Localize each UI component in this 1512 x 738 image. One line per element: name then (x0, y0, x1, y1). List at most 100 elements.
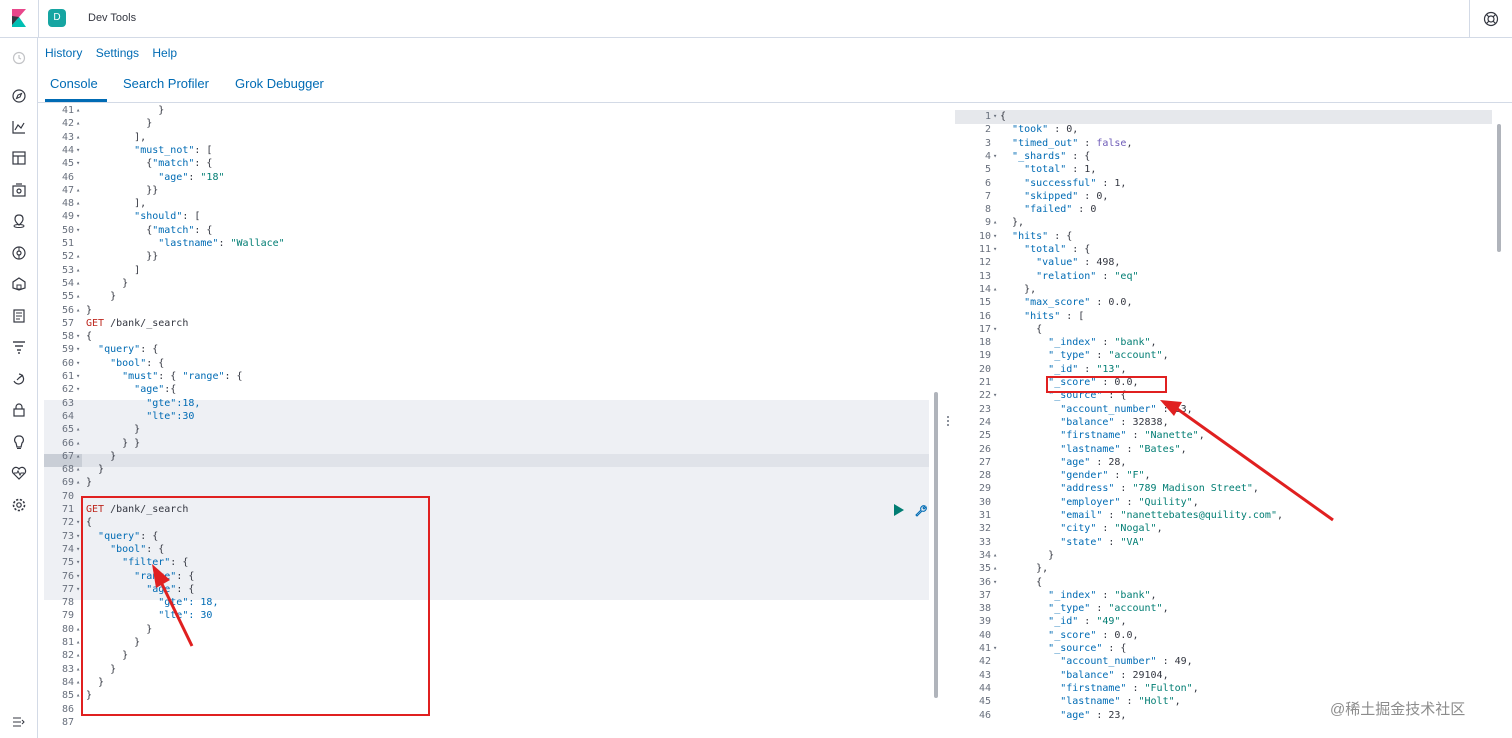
fold-toggle-icon[interactable]: ▴ (76, 450, 80, 463)
code-token: }, (1000, 563, 1049, 575)
response-line-text: "email" : "nanettebates@quility.com", (1000, 509, 1283, 522)
visualize-icon[interactable] (11, 119, 27, 135)
fold-toggle-icon[interactable]: ▴ (76, 304, 80, 317)
code-token: , (1192, 496, 1199, 508)
fold-toggle-icon[interactable]: ▴ (76, 184, 80, 197)
annotation-box-request (81, 496, 430, 716)
fold-toggle-icon[interactable]: ▾ (993, 230, 997, 243)
fold-toggle-icon[interactable]: ▾ (76, 516, 80, 529)
fold-toggle-icon[interactable]: ▴ (993, 216, 997, 229)
request-actions-wrench-icon[interactable] (913, 504, 927, 518)
tab-search-profiler[interactable]: Search Profiler (123, 76, 209, 91)
fold-toggle-icon[interactable]: ▴ (76, 663, 80, 676)
management-icon[interactable] (11, 497, 27, 513)
fold-toggle-icon[interactable]: ▴ (76, 250, 80, 263)
fold-toggle-icon[interactable]: ▾ (76, 570, 80, 583)
settings-link[interactable]: Settings (96, 46, 139, 60)
fold-toggle-icon[interactable]: ▾ (76, 530, 80, 543)
help-menu-icon[interactable] (1483, 11, 1499, 27)
fold-toggle-icon[interactable]: ▴ (993, 283, 997, 296)
discover-icon[interactable] (11, 88, 27, 104)
fold-toggle-icon[interactable]: ▾ (76, 330, 80, 343)
code-token: }, (1000, 217, 1025, 229)
ml-icon[interactable] (11, 245, 27, 261)
canvas-icon[interactable] (11, 182, 27, 198)
request-line-number: 70 (61, 490, 74, 502)
fold-toggle-icon[interactable]: ▾ (993, 243, 997, 256)
fold-toggle-icon[interactable]: ▴ (76, 636, 80, 649)
siem-icon[interactable] (11, 402, 27, 418)
tab-console[interactable]: Console (50, 76, 98, 91)
infrastructure-icon[interactable] (11, 276, 27, 292)
fold-toggle-icon[interactable]: ▾ (993, 389, 997, 402)
fold-toggle-icon[interactable]: ▾ (76, 343, 80, 356)
fold-toggle-icon[interactable]: ▴ (993, 549, 997, 562)
code-token: "account" (1108, 350, 1163, 362)
fold-toggle-icon[interactable]: ▾ (76, 543, 80, 556)
uptime-icon[interactable] (11, 371, 27, 387)
response-output[interactable]: 1 ▾{2 "took" : 0, 3 "timed_out" : false, 4 ▾… (955, 110, 1512, 738)
code-token: "failed" (1024, 204, 1073, 216)
request-line-number: 52 (61, 251, 74, 263)
fold-toggle-icon[interactable]: ▴ (76, 423, 80, 436)
code-token: : [ (1060, 310, 1085, 322)
fold-toggle-icon[interactable]: ▴ (76, 104, 80, 117)
monitoring-icon[interactable] (11, 465, 27, 481)
run-request-icon[interactable] (893, 504, 905, 516)
fold-toggle-icon[interactable]: ▾ (76, 210, 80, 223)
fold-toggle-icon[interactable]: ▴ (76, 264, 80, 277)
code-token: "Quility" (1138, 496, 1193, 508)
fold-toggle-icon[interactable]: ▴ (76, 463, 80, 476)
fold-toggle-icon[interactable]: ▾ (993, 110, 997, 123)
collapse-nav-icon[interactable] (11, 714, 27, 730)
fold-toggle-icon[interactable]: ▴ (76, 676, 80, 689)
fold-toggle-icon[interactable]: ▾ (76, 144, 80, 157)
header-divider-right (1469, 0, 1470, 38)
fold-toggle-icon[interactable]: ▴ (76, 117, 80, 130)
fold-toggle-icon[interactable]: ▴ (76, 689, 80, 702)
logs-icon[interactable] (11, 308, 27, 324)
response-scrollbar[interactable] (1497, 124, 1501, 252)
response-line-number: 7 (984, 190, 991, 202)
dev-tools-icon[interactable] (11, 434, 27, 450)
fold-toggle-icon[interactable]: ▴ (76, 277, 80, 290)
maps-icon[interactable] (11, 213, 27, 229)
request-line-number: 63 (61, 397, 74, 409)
recent-icon[interactable] (11, 50, 27, 66)
fold-toggle-icon[interactable]: ▾ (76, 556, 80, 569)
code-token: ], (86, 131, 147, 143)
tab-grok-debugger[interactable]: Grok Debugger (235, 76, 324, 91)
history-link[interactable]: History (45, 46, 82, 60)
fold-toggle-icon[interactable]: ▾ (76, 224, 80, 237)
fold-toggle-icon[interactable]: ▾ (76, 383, 80, 396)
fold-toggle-icon[interactable]: ▴ (76, 290, 80, 303)
fold-toggle-icon[interactable]: ▾ (76, 370, 80, 383)
apm-icon[interactable] (11, 339, 27, 355)
help-link[interactable]: Help (152, 46, 177, 60)
pane-resizer-handle[interactable] (946, 414, 950, 428)
fold-toggle-icon[interactable]: ▴ (76, 649, 80, 662)
code-token: "bank" (1114, 589, 1151, 601)
kibana-logo-icon[interactable] (10, 9, 28, 27)
fold-toggle-icon[interactable]: ▾ (76, 583, 80, 596)
fold-toggle-icon[interactable]: ▾ (993, 150, 997, 163)
fold-toggle-icon[interactable]: ▴ (76, 197, 80, 210)
dashboard-icon[interactable] (11, 150, 27, 166)
fold-toggle-icon[interactable]: ▴ (76, 623, 80, 636)
code-token: , (1252, 483, 1259, 495)
fold-toggle-icon[interactable]: ▴ (993, 562, 997, 575)
code-token: , (1150, 589, 1157, 601)
fold-toggle-icon[interactable]: ▾ (993, 576, 997, 589)
fold-toggle-icon[interactable]: ▾ (993, 642, 997, 655)
fold-toggle-icon[interactable]: ▴ (76, 476, 80, 489)
fold-toggle-icon[interactable]: ▴ (76, 131, 80, 144)
fold-toggle-icon[interactable]: ▾ (76, 157, 80, 170)
request-editor-scrollbar[interactable] (934, 392, 938, 698)
fold-toggle-icon[interactable]: ▴ (76, 437, 80, 450)
space-avatar[interactable]: D (48, 9, 66, 27)
fold-toggle-icon[interactable]: ▾ (993, 323, 997, 336)
code-token: "account_number" (1060, 656, 1157, 668)
fold-toggle-icon[interactable]: ▾ (76, 357, 80, 370)
